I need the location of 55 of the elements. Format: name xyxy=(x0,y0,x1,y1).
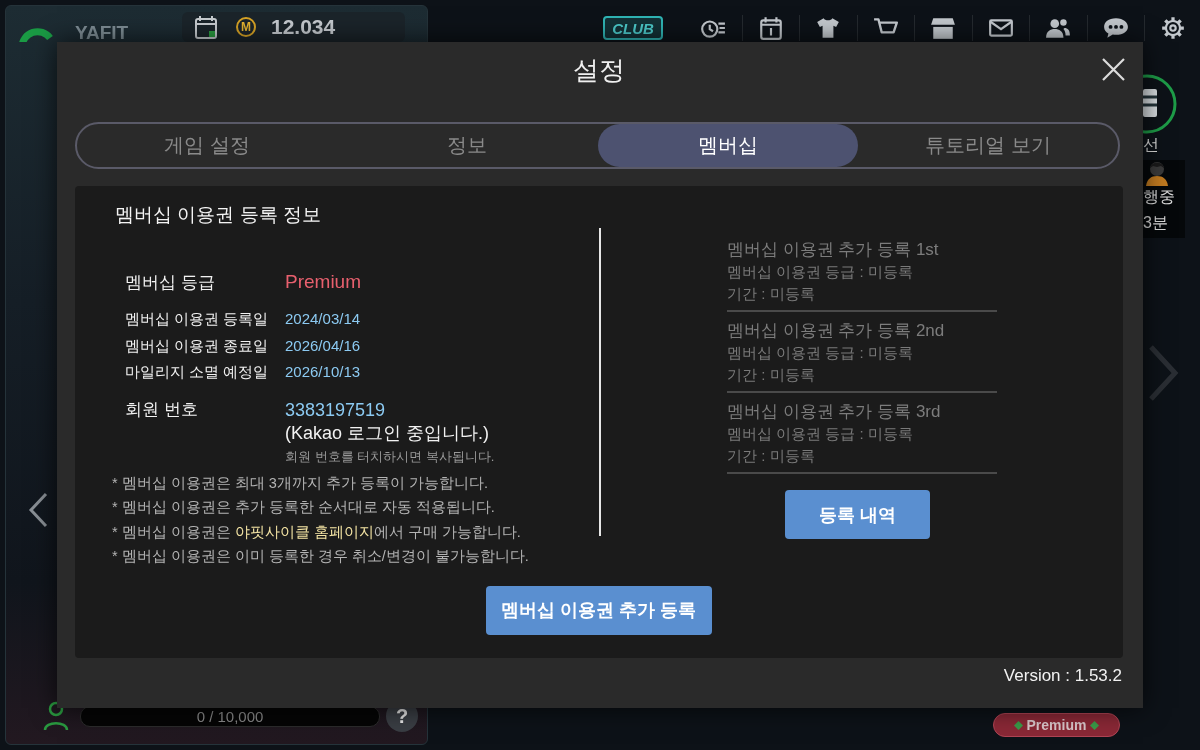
badge-label: Premium xyxy=(1026,717,1087,733)
dialog-title: 설정 xyxy=(573,53,625,87)
login-status: (Kakao 로그인 중입니다.) xyxy=(285,421,490,445)
add-membership-button[interactable]: 멤버십 이용권 추가 등록 xyxy=(486,585,712,635)
note-text: * 멤버십 이용권은 추가 등록한 순서대로 자동 적용됩니다. xyxy=(112,498,496,517)
status-text: 행중 xyxy=(1143,187,1175,207)
date-value: 2026/04/16 xyxy=(285,335,362,356)
slot-title: 멤버십 이용권 추가 등록 1st xyxy=(727,239,939,261)
copy-hint: 회원 번호를 터치하시면 복사됩니다. xyxy=(285,447,495,466)
member-number-label: 회원 번호 xyxy=(125,398,199,421)
date-label: 멤버십 이용권 등록일 xyxy=(125,309,270,329)
slot-detail: 멤버십 이용권 등급 : 미등록 xyxy=(727,262,913,282)
date-label: 멤버십 이용권 종료일 xyxy=(125,335,270,356)
date-value: 2026/10/13 xyxy=(285,362,362,382)
grade-value: Premium xyxy=(285,270,362,294)
section-heading: 멤버십 이용권 등록 정보 xyxy=(115,203,322,227)
tab[interactable]: 튜토리얼 보기 xyxy=(857,124,1118,167)
tab[interactable]: 멤버십 xyxy=(597,124,858,167)
progress-text: 0 / 10,000 xyxy=(196,707,264,725)
slot-detail: 기간 : 미등록 xyxy=(727,284,815,304)
grade-label: 멤버십 등급 xyxy=(125,272,216,294)
ring-label: 선 xyxy=(1143,135,1159,155)
slot-detail: 기간 : 미등록 xyxy=(727,446,815,466)
coin-mark: M xyxy=(236,17,256,37)
diamond-icon xyxy=(1090,720,1100,730)
version-text: Version : 1.53.2 xyxy=(1003,666,1122,685)
slot-title: 멤버십 이용권 추가 등록 2nd xyxy=(727,320,945,342)
slot-detail: 기간 : 미등록 xyxy=(727,365,815,385)
tab[interactable]: 게임 설정 xyxy=(77,124,338,167)
club-button[interactable]: CLUB xyxy=(603,16,663,40)
calendar-icon xyxy=(194,15,218,39)
status-text: 3분 xyxy=(1143,213,1168,233)
person-icon xyxy=(43,701,69,731)
points-value: 12.034 xyxy=(271,15,336,39)
calendar-icon[interactable] xyxy=(757,15,784,41)
chat-icon[interactable] xyxy=(1102,15,1129,41)
slot-title: 멤버십 이용권 추가 등록 3rd xyxy=(727,401,941,423)
date-value: 2024/03/14 xyxy=(285,309,362,329)
settings-icon[interactable] xyxy=(1160,15,1187,41)
diamond-icon xyxy=(1013,720,1023,730)
member-number[interactable]: 3383197519 xyxy=(285,397,386,422)
date-label: 마일리지 소멸 예정일 xyxy=(125,362,270,382)
shirt-icon[interactable] xyxy=(815,15,842,41)
tab[interactable]: 정보 xyxy=(337,124,598,167)
slot-detail: 멤버십 이용권 등급 : 미등록 xyxy=(727,343,913,363)
slot-detail: 멤버십 이용권 등급 : 미등록 xyxy=(727,424,913,444)
history-button[interactable]: 등록 내역 xyxy=(785,490,930,539)
note-text: * 멤버십 이용권은 이미 등록한 경우 취소/변경이 불가능합니다. xyxy=(112,547,530,566)
close-icon[interactable] xyxy=(1101,57,1126,82)
chevron-left-icon[interactable] xyxy=(28,492,48,528)
store-icon[interactable] xyxy=(930,15,957,41)
note-text: * 멤버십 이용권은 최대 3개까지 추가 등록이 가능합니다. xyxy=(112,473,489,493)
homepage-link[interactable]: 야핏사이클 홈페이지 xyxy=(234,523,374,540)
brand-name: YAFIT xyxy=(75,23,130,43)
note-text: * 멤버십 이용권은 야핏사이클 홈페이지 에서 구매 가능합니다. xyxy=(112,522,522,542)
